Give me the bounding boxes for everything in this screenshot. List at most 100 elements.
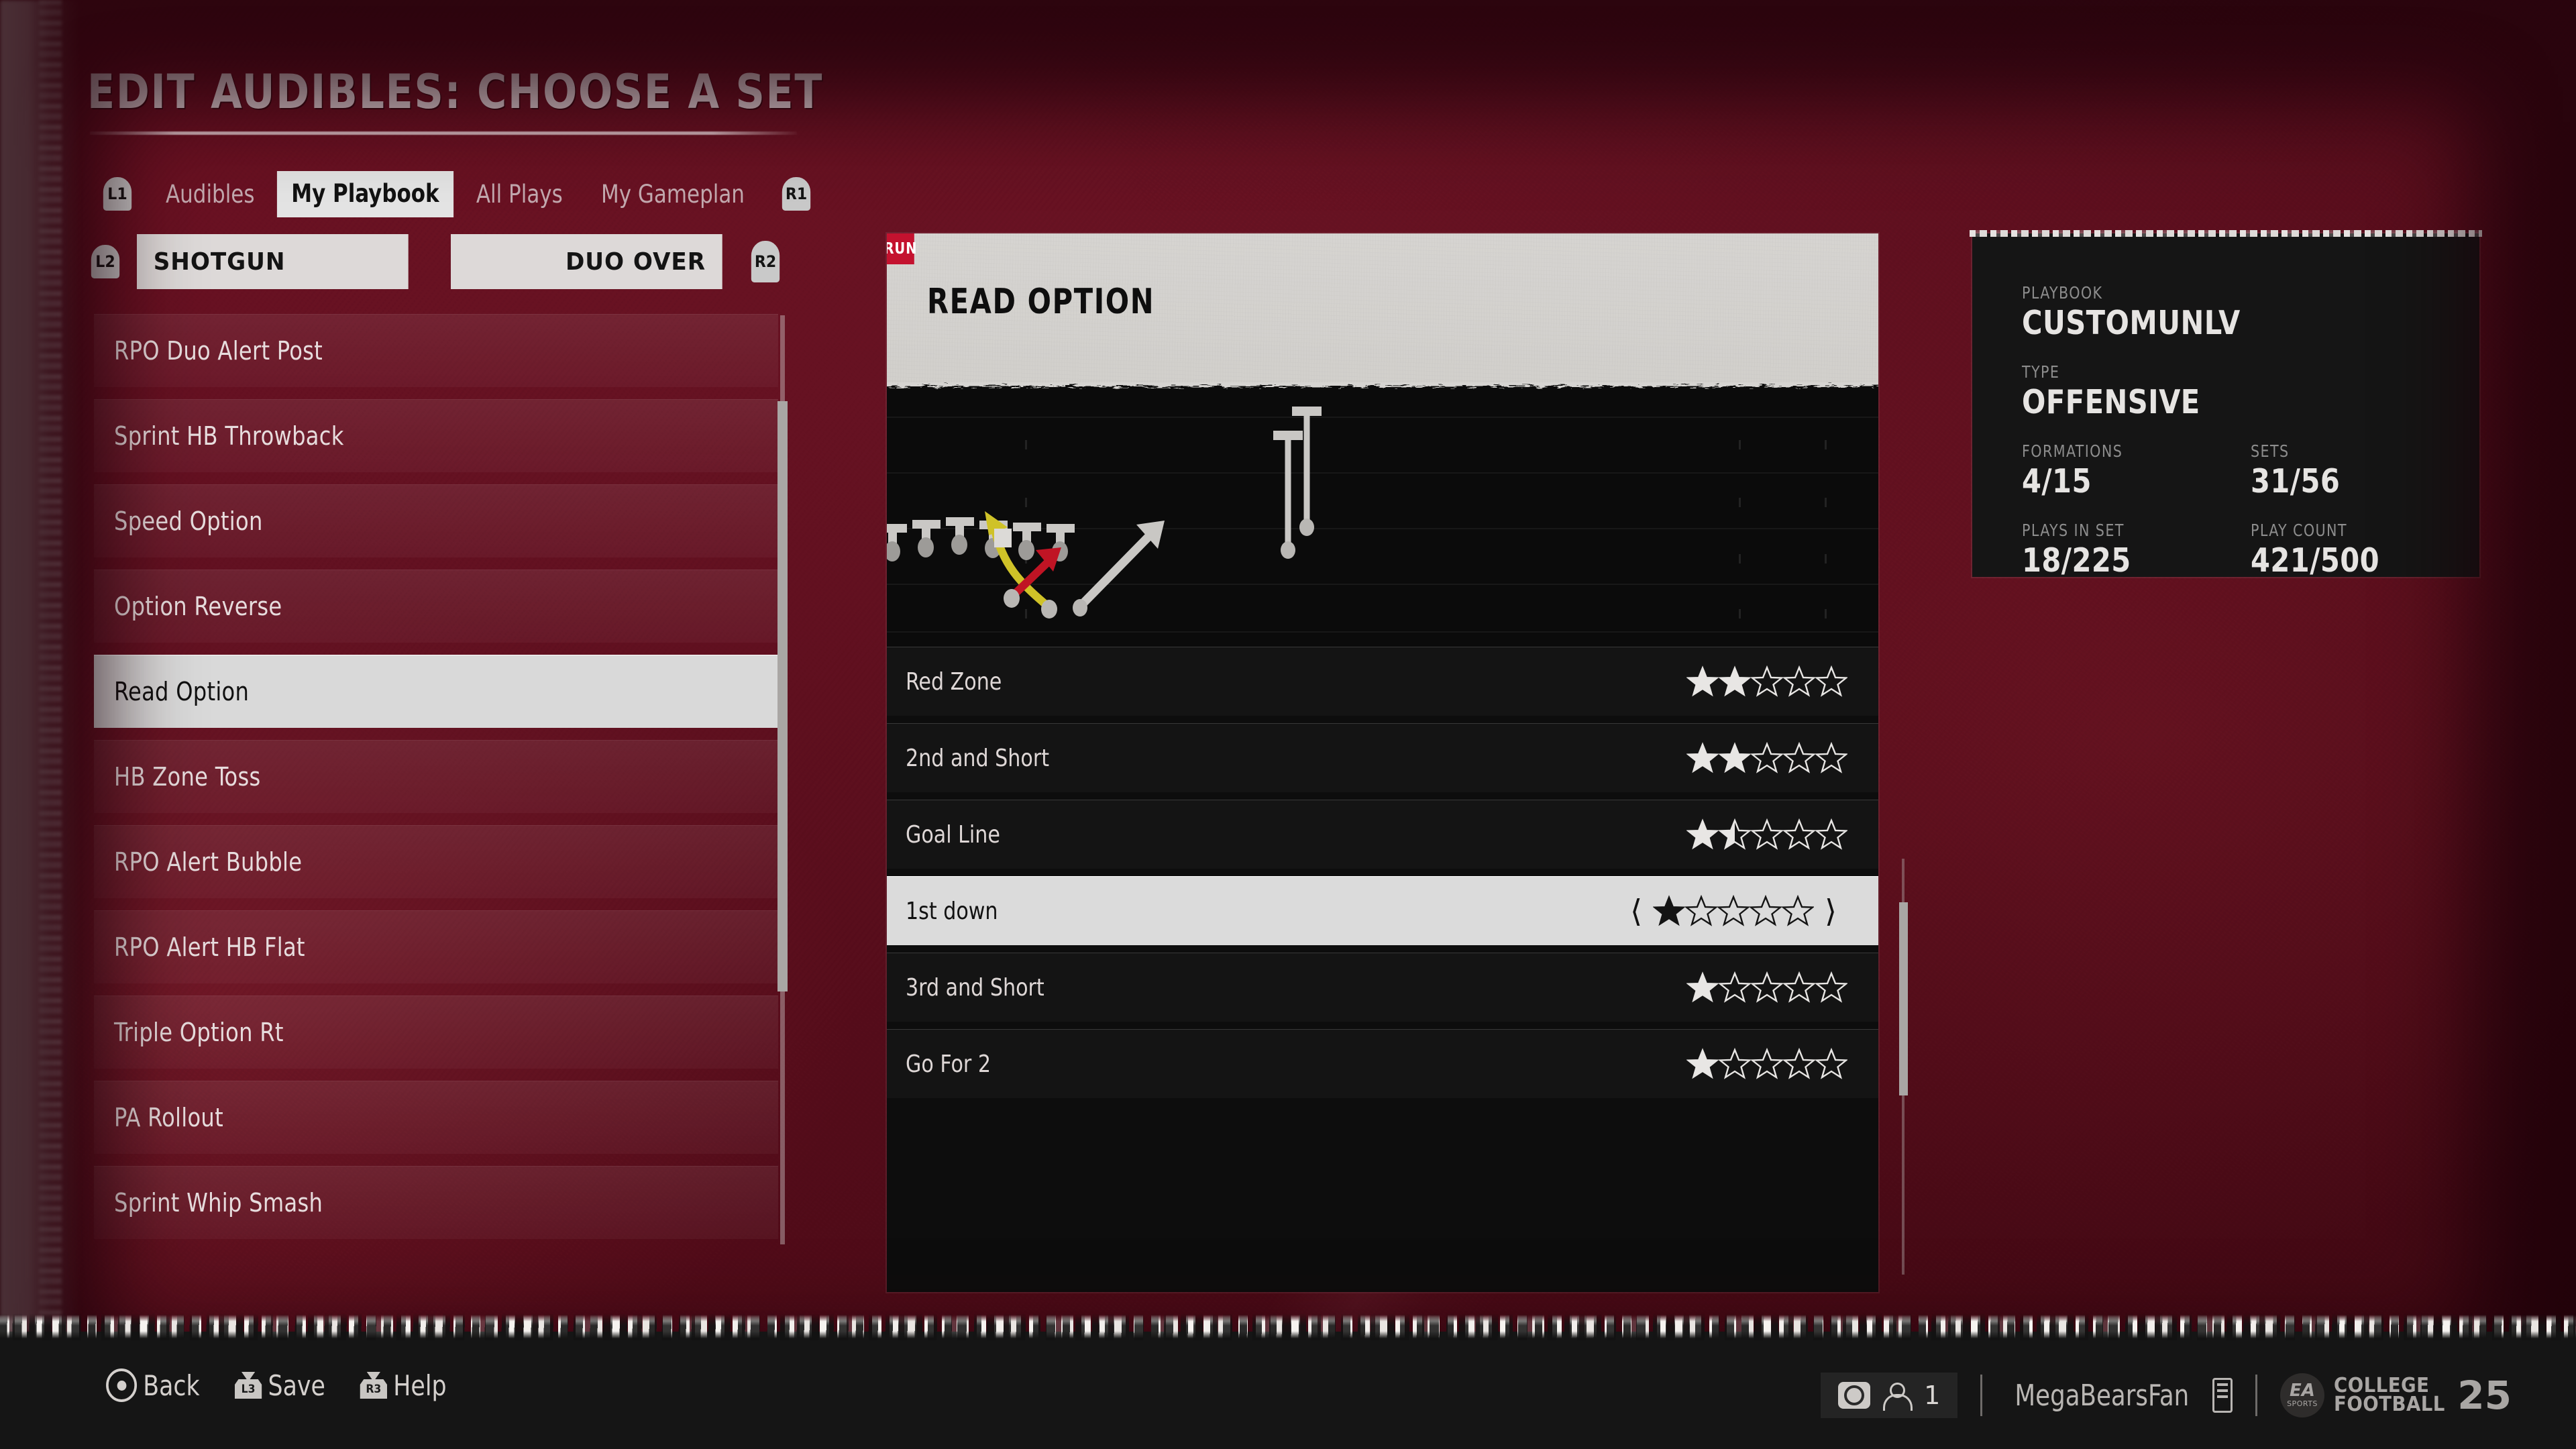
situation-label: 2nd and Short (906, 744, 1050, 772)
play-list-item[interactable]: PA Rollout (94, 1081, 778, 1154)
hint-back[interactable]: Back (106, 1368, 200, 1402)
camera-icon (1838, 1382, 1871, 1409)
gamertag: MegaBearsFan (2015, 1378, 2190, 1413)
situation-row[interactable]: Go For 2 (887, 1029, 1878, 1098)
info-panel-torn-edge (1970, 230, 2482, 237)
star-icon (1783, 665, 1815, 697)
info-plays-in-set: PLAYS IN SET 18/225 (2022, 521, 2251, 580)
star-icon (1719, 665, 1751, 697)
next-arrow-icon[interactable]: ⟩ (1814, 896, 1847, 926)
play-list-item-label: HB Zone Toss (114, 762, 261, 792)
situation-scrollbar-thumb[interactable] (1899, 902, 1908, 1095)
playbook-info-panel: PLAYBOOK CUSTOMUNLV TYPE OFFENSIVE FORMA… (1970, 230, 2482, 580)
info-playbook-value: CUSTOMUNLV (2022, 304, 2241, 342)
star-icon (1717, 895, 1750, 926)
right-stick-icon: R3 (360, 1372, 387, 1399)
tab-all-plays[interactable]: All Plays (463, 180, 577, 209)
star-icon (1719, 1048, 1751, 1079)
situation-row[interactable]: Red Zone (887, 647, 1878, 716)
star-icon (1815, 971, 1847, 1003)
play-list[interactable]: RPO Duo Alert Post Sprint HB Throwback Spe… (94, 314, 778, 1246)
star-icon (1719, 971, 1751, 1003)
star-icon (1686, 1048, 1719, 1079)
prev-arrow-icon[interactable]: ⟨ (1619, 896, 1653, 926)
situation-list[interactable]: Red Zone 2nd and Short Goal Line 1st down ⟨… (887, 647, 1878, 1292)
star-icon (1783, 971, 1815, 1003)
ea-circle-icon: EA SPORTS (2280, 1373, 2324, 1417)
star-icon (1686, 818, 1719, 850)
situation-row[interactable]: Goal Line (887, 800, 1878, 869)
play-list-item[interactable]: RPO Alert HB Flat (94, 910, 778, 983)
situation-star-rating[interactable] (1686, 742, 1847, 774)
star-icon (1783, 742, 1815, 773)
left-stick-icon: L3 (234, 1372, 262, 1399)
star-icon (1750, 895, 1782, 926)
situation-label: Go For 2 (906, 1050, 991, 1078)
hint-help-label: Help (392, 1368, 447, 1402)
star-icon (1783, 818, 1815, 850)
star-icon (1751, 971, 1783, 1003)
situation-row[interactable]: 2nd and Short (887, 723, 1878, 792)
play-list-item[interactable]: HB Zone Toss (94, 740, 778, 813)
star-icon (1686, 971, 1719, 1003)
situation-star-rating[interactable] (1686, 971, 1847, 1004)
star-icon (1815, 818, 1847, 850)
play-diagram-svg (887, 382, 1878, 633)
info-type-value: OFFENSIVE (2022, 383, 2200, 421)
situation-star-rating[interactable] (1686, 1048, 1847, 1080)
formation-field[interactable]: SHOTGUN (137, 234, 409, 289)
tab-audibles[interactable]: Audibles (152, 180, 268, 209)
info-play-count-value: 421/500 (2251, 541, 2380, 580)
situation-star-rating[interactable] (1686, 818, 1847, 851)
info-playbook-label: PLAYBOOK (2022, 283, 2103, 303)
play-list-item[interactable]: Sprint Whip Smash (94, 1166, 778, 1239)
play-list-item-label: Read Option (114, 677, 250, 706)
left-torn-edge-detail (39, 0, 62, 1332)
info-formations-value: 4/15 (2022, 462, 2092, 500)
play-list-item-label: Sprint Whip Smash (114, 1188, 323, 1218)
info-sets-value: 31/56 (2251, 462, 2341, 500)
r1-bumper-icon[interactable]: R1 (782, 177, 811, 211)
l2-bumper-icon[interactable]: L2 (91, 245, 120, 278)
play-list-item[interactable]: Sprint HB Throwback (94, 399, 778, 472)
situation-star-rating[interactable]: ⟨ ⟩ (1619, 895, 1847, 927)
play-list-item[interactable]: Option Reverse (94, 570, 778, 643)
play-list-item-label: Triple Option Rt (114, 1018, 284, 1047)
star-icon (1685, 895, 1718, 926)
info-play-count: PLAY COUNT 421/500 (2251, 521, 2479, 580)
tab-bar: L1 Audibles My Playbook All Plays My Gam… (102, 172, 812, 215)
hint-save[interactable]: L3 Save (234, 1368, 325, 1402)
play-list-item-selected[interactable]: Read Option (94, 655, 778, 728)
star-icon (1719, 818, 1751, 850)
situation-label: Goal Line (906, 820, 1000, 849)
footer-brand-bar: 1 MegaBearsFan EA SPORTS COLLEGE FOOTBAL… (1821, 1367, 2512, 1424)
play-list-item[interactable]: Triple Option Rt (94, 996, 778, 1069)
star-icon (1751, 665, 1783, 697)
play-list-item[interactable]: RPO Alert Bubble (94, 825, 778, 898)
tab-my-gameplan[interactable]: My Gameplan (588, 180, 759, 209)
situation-row[interactable]: 3rd and Short (887, 953, 1878, 1022)
play-list-item-label: RPO Alert Bubble (114, 847, 303, 877)
situation-row-selected[interactable]: 1st down ⟨ ⟩ (887, 876, 1878, 945)
person-icon (1882, 1381, 1913, 1411)
hint-save-label: Save (268, 1368, 325, 1402)
ea-mark: EA (2290, 1381, 2315, 1401)
star-icon (1686, 742, 1719, 773)
situation-star-rating[interactable] (1686, 665, 1847, 698)
play-list-item[interactable]: RPO Duo Alert Post (94, 314, 778, 387)
set-selector-bar: L2 SHOTGUN DUO OVER R2 (90, 233, 781, 290)
tab-my-playbook[interactable]: My Playbook (279, 172, 452, 215)
star-icon (1815, 742, 1847, 773)
play-list-item-label: PA Rollout (114, 1103, 223, 1132)
set-field[interactable]: DUO OVER (451, 234, 722, 289)
l1-bumper-icon[interactable]: L1 (103, 177, 132, 211)
r2-bumper-icon[interactable]: R2 (751, 241, 780, 282)
hint-help[interactable]: R3 Help (360, 1369, 446, 1402)
star-icon (1782, 895, 1815, 926)
battery-icon (2212, 1378, 2233, 1413)
play-diagram (887, 382, 1878, 647)
play-list-scrollbar-thumb[interactable] (777, 401, 788, 991)
play-list-item-label: RPO Duo Alert Post (114, 336, 323, 366)
play-list-item[interactable]: Speed Option (94, 484, 778, 557)
star-icon (1815, 665, 1847, 697)
